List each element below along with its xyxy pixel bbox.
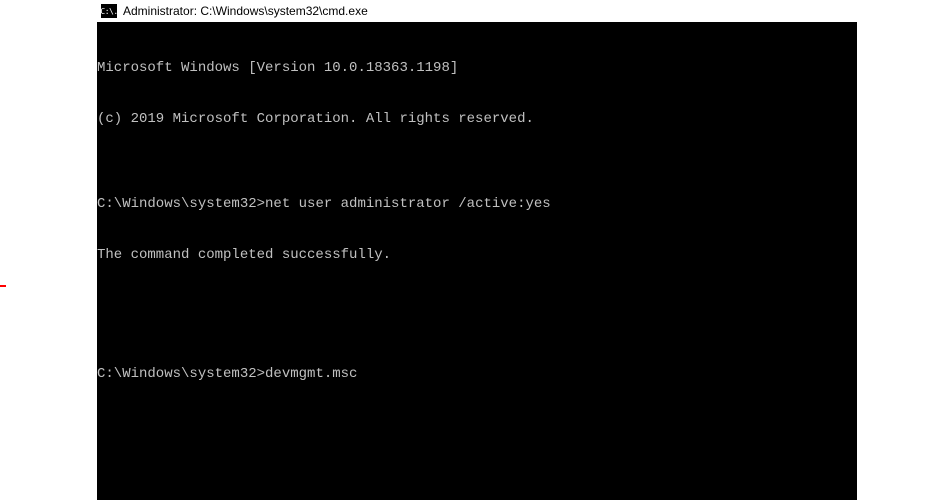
command-input: devmgmt.msc	[265, 366, 357, 382]
window-title: Administrator: C:\Windows\system32\cmd.e…	[123, 4, 368, 18]
cmd-icon: C:\.	[101, 4, 117, 18]
terminal-line-result: The command completed successfully.	[97, 247, 857, 264]
cmd-window: C:\. Administrator: C:\Windows\system32\…	[97, 0, 857, 500]
terminal-line-command1: C:\Windows\system32>net user administrat…	[97, 196, 857, 213]
terminal-area[interactable]: Microsoft Windows [Version 10.0.18363.11…	[97, 22, 857, 500]
prompt: C:\Windows\system32>	[97, 196, 265, 212]
prompt: C:\Windows\system32>	[97, 366, 265, 382]
titlebar[interactable]: C:\. Administrator: C:\Windows\system32\…	[97, 0, 857, 22]
command-input: net user administrator /active:yes	[265, 196, 551, 212]
red-mark-icon	[0, 285, 6, 287]
terminal-line-command2: C:\Windows\system32>devmgmt.msc	[97, 366, 857, 383]
terminal-line-copyright: (c) 2019 Microsoft Corporation. All righ…	[97, 111, 857, 128]
terminal-line-version: Microsoft Windows [Version 10.0.18363.11…	[97, 60, 857, 77]
